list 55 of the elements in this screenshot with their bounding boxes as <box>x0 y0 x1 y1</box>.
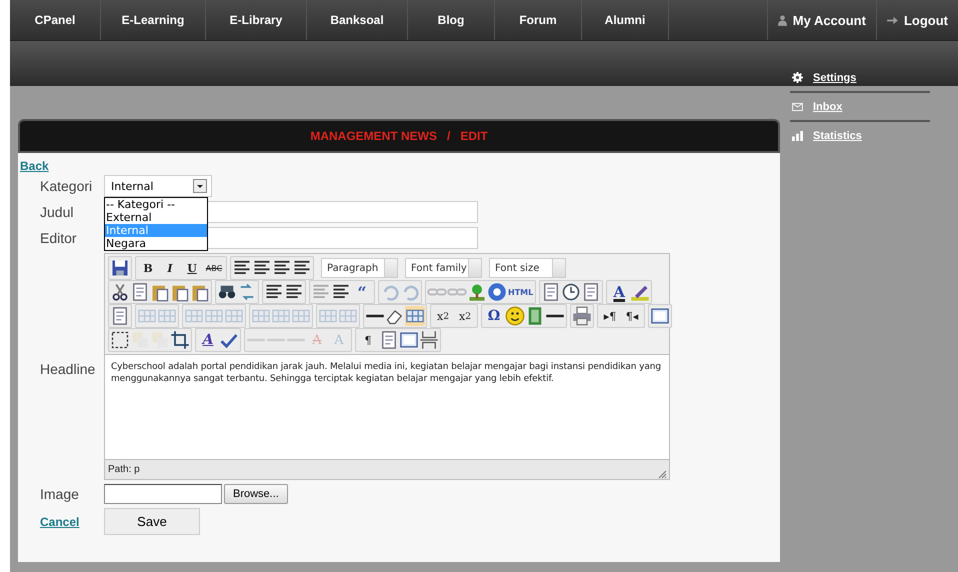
headline-text[interactable]: Cyberschool adalah portal pendidikan jarak jauh. Melalui media ini, kegiatan belajar mengajar bagi instansi pendidikan yang menggunakannya sangat terbantu. Sehingga terciptak kegiatan belajar mengajar yang lebih efektif. <box>105 354 669 460</box>
format-select[interactable]: Font size <box>489 258 566 278</box>
printer-icon[interactable] <box>572 306 592 326</box>
image-icon[interactable] <box>467 282 487 302</box>
scissors-icon[interactable] <box>110 282 130 302</box>
field-label: Judul <box>40 204 74 220</box>
dropdown-option[interactable]: -- Kategori -- <box>105 198 207 211</box>
underline-button[interactable]: U <box>181 258 203 278</box>
cancel-link[interactable]: Cancel <box>40 514 104 528</box>
save-icon[interactable] <box>110 258 130 278</box>
crop-icon[interactable] <box>170 330 190 350</box>
file-input[interactable] <box>104 484 222 504</box>
copy-icon[interactable] <box>130 282 150 302</box>
field-label: Headline <box>40 361 96 377</box>
nav-link[interactable]: Blog <box>408 0 495 40</box>
my-account-link[interactable]: My Account <box>766 0 876 40</box>
format-select[interactable]: Paragraph <box>321 258 398 278</box>
edit-document-icon[interactable] <box>110 306 130 326</box>
fullscreen-icon[interactable] <box>650 306 670 326</box>
sidebar-link[interactable]: Settings <box>790 64 930 93</box>
left-to-right-button[interactable]: ▸¶ <box>599 306 621 326</box>
settings-icon <box>792 72 803 83</box>
nav-link[interactable]: CPanel <box>10 0 101 40</box>
nav-link[interactable]: Banksoal <box>307 0 408 40</box>
strikethrough-button[interactable]: ABC <box>203 258 225 278</box>
element-path: Path: p <box>108 464 140 475</box>
back-link[interactable]: Back <box>20 159 780 173</box>
bar-chart-icon <box>792 130 803 140</box>
arrow-icon <box>886 16 898 24</box>
bold-button[interactable]: B <box>137 258 159 278</box>
browse-button[interactable]: Browse... <box>224 484 288 504</box>
smiley-icon[interactable] <box>505 306 525 326</box>
logout-link[interactable]: Logout <box>876 0 958 40</box>
nav-link[interactable]: E-Library <box>206 0 307 40</box>
format-select[interactable]: Font family <box>405 258 482 278</box>
clock-icon[interactable] <box>561 282 582 302</box>
italic-button[interactable]: I <box>159 258 181 278</box>
selection-icon[interactable] <box>110 330 130 350</box>
nav-link[interactable]: Forum <box>495 0 582 40</box>
person-icon <box>778 14 787 26</box>
dropdown-option[interactable]: External <box>105 211 207 224</box>
right-to-left-button[interactable]: ¶◂ <box>621 306 643 326</box>
save-button[interactable]: Save <box>104 508 200 535</box>
table-icon[interactable] <box>405 306 425 326</box>
resize-grip-icon[interactable] <box>657 469 667 479</box>
field-label: Image <box>40 486 80 502</box>
category-select[interactable]: Internal <box>104 175 212 197</box>
nav-link[interactable]: Alumni <box>582 0 669 40</box>
field-label: Kategori <box>40 178 94 194</box>
nav-link[interactable]: E-Learning <box>101 0 206 40</box>
dropdown-option[interactable]: Negara <box>105 237 207 250</box>
field-label: Editor <box>40 230 78 246</box>
page-break-icon[interactable] <box>419 330 439 350</box>
envelope-icon <box>792 102 803 110</box>
panel-title: MANAGEMENT NEWS / EDIT <box>310 129 488 143</box>
